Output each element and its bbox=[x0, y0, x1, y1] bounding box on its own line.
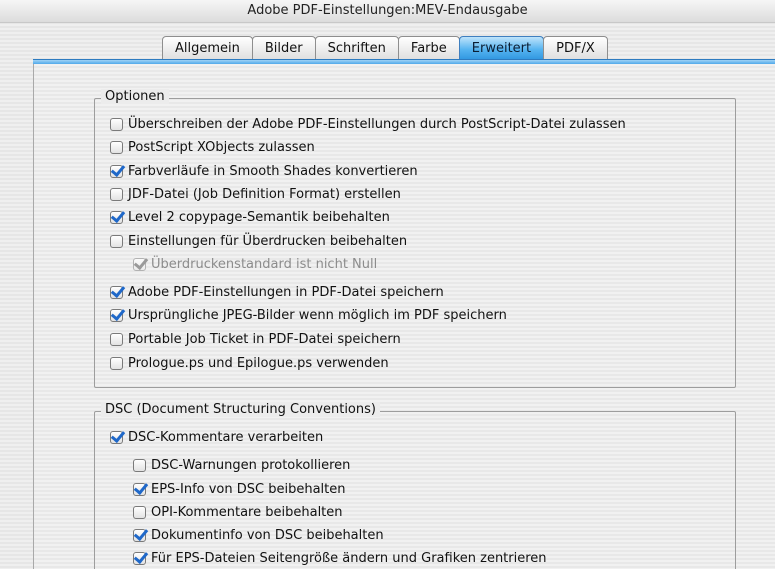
tab-bar: Allgemein Bilder Schriften Farbe Erweite… bbox=[162, 34, 608, 60]
title-bar[interactable]: Adobe PDF-Einstellungen:MEV-Endausgabe bbox=[0, 0, 775, 23]
checkbox-box[interactable] bbox=[110, 430, 123, 444]
checkbox-box[interactable] bbox=[110, 210, 123, 224]
checkbox-box bbox=[133, 257, 146, 271]
checkbox-box[interactable] bbox=[110, 164, 123, 178]
checkbox-box[interactable] bbox=[133, 551, 146, 565]
checkbox-box[interactable] bbox=[110, 332, 123, 346]
checkbox-box[interactable] bbox=[133, 505, 146, 519]
group-optionen-label: Optionen bbox=[101, 89, 169, 104]
checkbox-overprint-settings[interactable]: Einstellungen für Überdrucken beibehalte… bbox=[110, 231, 407, 251]
checkbox-opi-comments[interactable]: OPI-Kommentare beibehalten bbox=[133, 502, 343, 522]
checkbox-label: OPI-Kommentare beibehalten bbox=[151, 504, 343, 520]
checkbox-label: JDF-Datei (Job Definition Format) erstel… bbox=[128, 186, 401, 202]
checkbox-dsc-warnings[interactable]: DSC-Warnungen protokollieren bbox=[133, 455, 350, 475]
checkbox-label: EPS-Info von DSC beibehalten bbox=[151, 481, 346, 497]
checkbox-label: DSC-Warnungen protokollieren bbox=[151, 457, 351, 473]
checkbox-box[interactable] bbox=[110, 234, 123, 248]
checkbox-eps-resize-center[interactable]: Für EPS-Dateien Seitengröße ändern und G… bbox=[133, 548, 547, 568]
group-dsc-label: DSC (Document Structuring Conventions) bbox=[101, 402, 380, 417]
window-title: Adobe PDF-Einstellungen:MEV-Endausgabe bbox=[247, 3, 528, 18]
checkbox-document-info[interactable]: Dokumentinfo von DSC beibehalten bbox=[133, 525, 384, 545]
checkbox-smooth-shades[interactable]: Farbverläufe in Smooth Shades konvertier… bbox=[110, 161, 418, 181]
checkbox-save-pdf-settings[interactable]: Adobe PDF-Einstellungen in PDF-Datei spe… bbox=[110, 282, 444, 302]
checkbox-eps-info[interactable]: EPS-Info von DSC beibehalten bbox=[133, 479, 346, 499]
checkbox-dsc-process[interactable]: DSC-Kommentare verarbeiten bbox=[110, 427, 323, 447]
tab-erweitert[interactable]: Erweitert bbox=[458, 36, 545, 60]
checkbox-box[interactable] bbox=[133, 528, 146, 542]
checkbox-label: Überschreiben der Adobe PDF-Einstellunge… bbox=[128, 116, 626, 132]
checkbox-box[interactable] bbox=[110, 356, 123, 370]
checkbox-label: Level 2 copypage-Semantik beibehalten bbox=[128, 209, 390, 225]
checkbox-label: PostScript XObjects zulassen bbox=[128, 139, 315, 155]
checkbox-label: Einstellungen für Überdrucken beibehalte… bbox=[128, 233, 408, 249]
tab-allgemein[interactable]: Allgemein bbox=[162, 36, 253, 60]
pdf-settings-window: Adobe PDF-Einstellungen:MEV-Endausgabe A… bbox=[0, 0, 775, 569]
checkbox-prologue-epilogue[interactable]: Prologue.ps und Epilogue.ps verwenden bbox=[110, 353, 389, 373]
checkbox-box[interactable] bbox=[110, 285, 123, 299]
checkbox-box[interactable] bbox=[133, 482, 146, 496]
tab-pdfx[interactable]: PDF/X bbox=[543, 36, 608, 60]
checkbox-label: Prologue.ps und Epilogue.ps verwenden bbox=[128, 355, 389, 371]
checkbox-label: Überdruckenstandard ist nicht Null bbox=[151, 256, 378, 272]
checkbox-postscript-override[interactable]: Überschreiben der Adobe PDF-Einstellunge… bbox=[110, 114, 626, 134]
checkbox-portable-job-ticket[interactable]: Portable Job Ticket in PDF-Datei speiche… bbox=[110, 329, 401, 349]
checkbox-label: Adobe PDF-Einstellungen in PDF-Datei spe… bbox=[128, 284, 444, 300]
checkbox-label: Für EPS-Dateien Seitengröße ändern und G… bbox=[151, 550, 547, 566]
checkbox-overprint-default-nonzero: Überdruckenstandard ist nicht Null bbox=[133, 254, 377, 274]
checkbox-box[interactable] bbox=[110, 140, 123, 154]
checkbox-label: DSC-Kommentare verarbeiten bbox=[128, 429, 324, 445]
checkbox-label: Dokumentinfo von DSC beibehalten bbox=[151, 527, 384, 543]
checkbox-box[interactable] bbox=[110, 187, 123, 201]
checkbox-box[interactable] bbox=[110, 117, 123, 131]
checkbox-level2-copypage[interactable]: Level 2 copypage-Semantik beibehalten bbox=[110, 207, 390, 227]
checkbox-label: Farbverläufe in Smooth Shades konvertier… bbox=[128, 163, 418, 179]
checkbox-label: Ursprüngliche JPEG-Bilder wenn möglich i… bbox=[128, 307, 507, 323]
tab-bilder[interactable]: Bilder bbox=[251, 36, 316, 60]
checkbox-box[interactable] bbox=[133, 458, 146, 472]
checkbox-jdf-file[interactable]: JDF-Datei (Job Definition Format) erstel… bbox=[110, 184, 401, 204]
tab-schriften[interactable]: Schriften bbox=[314, 36, 399, 60]
checkbox-label: Portable Job Ticket in PDF-Datei speiche… bbox=[128, 331, 401, 347]
checkbox-box[interactable] bbox=[110, 308, 123, 322]
checkbox-keep-original-jpeg[interactable]: Ursprüngliche JPEG-Bilder wenn möglich i… bbox=[110, 305, 507, 325]
tab-farbe[interactable]: Farbe bbox=[397, 36, 460, 60]
checkbox-postscript-xobjects[interactable]: PostScript XObjects zulassen bbox=[110, 137, 315, 157]
